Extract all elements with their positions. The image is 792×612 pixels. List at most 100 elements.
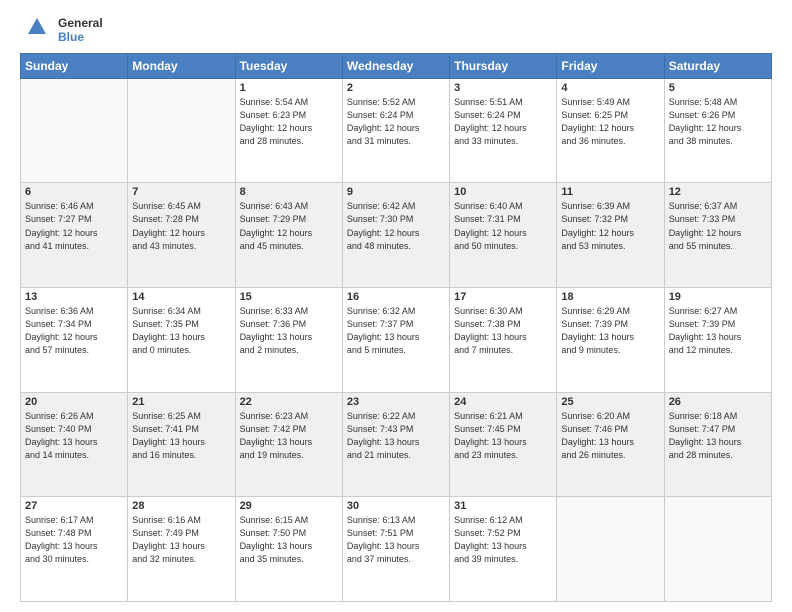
day-number: 13: [25, 291, 123, 303]
calendar-cell: 1 Sunrise: 5:54 AM Sunset: 6:23 PM Daylig…: [235, 78, 342, 183]
calendar-cell: 27Sunrise: 6:17 AM Sunset: 7:48 PM Dayli…: [21, 497, 128, 602]
day-info: Sunrise: 6:12 AM Sunset: 7:52 PM Dayligh…: [454, 514, 552, 566]
calendar-cell: 11 Sunrise: 6:39 AM Sunset: 7:32 PM Dayli…: [557, 183, 664, 288]
day-number: 11: [561, 186, 659, 198]
day-info: Sunrise: 6:20 AM Sunset: 7:46 PM Dayligh…: [561, 410, 659, 462]
calendar-header-monday: Monday: [128, 53, 235, 78]
calendar-header-wednesday: Wednesday: [342, 53, 449, 78]
page: GeneralBlue SundayMondayTuesdayWednesday…: [0, 0, 792, 612]
calendar-header-friday: Friday: [557, 53, 664, 78]
calendar-cell: 23 Sunrise: 6:22 AM Sunset: 7:43 PM Dayli…: [342, 392, 449, 497]
day-number: 22: [240, 396, 338, 408]
day-info: Sunrise: 6:18 AM Sunset: 7:47 PM Dayligh…: [669, 410, 767, 462]
day-number: 4: [561, 82, 659, 94]
calendar-cell: 25 Sunrise: 6:20 AM Sunset: 7:46 PM Dayli…: [557, 392, 664, 497]
day-info: Sunrise: 6:46 AM Sunset: 7:27 PM Dayligh…: [25, 200, 123, 252]
logo: GeneralBlue: [20, 16, 103, 45]
day-number: 14: [132, 291, 230, 303]
calendar-cell: 29 Sunrise: 6:15 AM Sunset: 7:50 PM Dayli…: [235, 497, 342, 602]
day-number: 20: [25, 396, 123, 408]
calendar-cell: 22 Sunrise: 6:23 AM Sunset: 7:42 PM Dayli…: [235, 392, 342, 497]
day-info: Sunrise: 6:22 AM Sunset: 7:43 PM Dayligh…: [347, 410, 445, 462]
day-number: 26: [669, 396, 767, 408]
day-number: 10: [454, 186, 552, 198]
calendar-cell: 31 Sunrise: 6:12 AM Sunset: 7:52 PM Dayli…: [450, 497, 557, 602]
calendar-cell: 26 Sunrise: 6:18 AM Sunset: 7:47 PM Dayli…: [664, 392, 771, 497]
day-number: 2: [347, 82, 445, 94]
calendar-cell: 2 Sunrise: 5:52 AM Sunset: 6:24 PM Daylig…: [342, 78, 449, 183]
calendar-cell: 12Sunrise: 6:37 AM Sunset: 7:33 PM Dayli…: [664, 183, 771, 288]
day-number: 9: [347, 186, 445, 198]
day-info: Sunrise: 6:16 AM Sunset: 7:49 PM Dayligh…: [132, 514, 230, 566]
calendar-cell: 30 Sunrise: 6:13 AM Sunset: 7:51 PM Dayli…: [342, 497, 449, 602]
day-info: Sunrise: 6:23 AM Sunset: 7:42 PM Dayligh…: [240, 410, 338, 462]
calendar-cell: 10 Sunrise: 6:40 AM Sunset: 7:31 PM Dayli…: [450, 183, 557, 288]
calendar-cell: 3 Sunrise: 5:51 AM Sunset: 6:24 PM Daylig…: [450, 78, 557, 183]
day-number: 30: [347, 500, 445, 512]
calendar-header-thursday: Thursday: [450, 53, 557, 78]
day-info: Sunrise: 6:37 AM Sunset: 7:33 PM Dayligh…: [669, 200, 767, 252]
day-number: 25: [561, 396, 659, 408]
calendar-cell: 21 Sunrise: 6:25 AM Sunset: 7:41 PM Dayli…: [128, 392, 235, 497]
day-info: Sunrise: 6:32 AM Sunset: 7:37 PM Dayligh…: [347, 305, 445, 357]
day-number: 15: [240, 291, 338, 303]
day-info: Sunrise: 6:26 AM Sunset: 7:40 PM Dayligh…: [25, 410, 123, 462]
day-info: Sunrise: 6:39 AM Sunset: 7:32 PM Dayligh…: [561, 200, 659, 252]
day-number: 23: [347, 396, 445, 408]
day-number: 16: [347, 291, 445, 303]
day-info: Sunrise: 5:48 AM Sunset: 6:26 PM Dayligh…: [669, 96, 767, 148]
day-number: 18: [561, 291, 659, 303]
day-info: Sunrise: 5:51 AM Sunset: 6:24 PM Dayligh…: [454, 96, 552, 148]
day-info: Sunrise: 6:34 AM Sunset: 7:35 PM Dayligh…: [132, 305, 230, 357]
day-info: Sunrise: 6:40 AM Sunset: 7:31 PM Dayligh…: [454, 200, 552, 252]
day-info: Sunrise: 5:54 AM Sunset: 6:23 PM Dayligh…: [240, 96, 338, 148]
day-number: 21: [132, 396, 230, 408]
calendar-week-row: 6 Sunrise: 6:46 AM Sunset: 7:27 PM Daylig…: [21, 183, 772, 288]
day-info: Sunrise: 6:42 AM Sunset: 7:30 PM Dayligh…: [347, 200, 445, 252]
calendar-week-row: 13 Sunrise: 6:36 AM Sunset: 7:34 PM Dayli…: [21, 288, 772, 393]
day-number: 31: [454, 500, 552, 512]
calendar-header-saturday: Saturday: [664, 53, 771, 78]
day-info: Sunrise: 5:52 AM Sunset: 6:24 PM Dayligh…: [347, 96, 445, 148]
calendar-cell: 14 Sunrise: 6:34 AM Sunset: 7:35 PM Dayli…: [128, 288, 235, 393]
day-number: 5: [669, 82, 767, 94]
day-number: 17: [454, 291, 552, 303]
day-number: 6: [25, 186, 123, 198]
day-info: Sunrise: 6:15 AM Sunset: 7:50 PM Dayligh…: [240, 514, 338, 566]
day-number: 1: [240, 82, 338, 94]
calendar-cell: 4 Sunrise: 5:49 AM Sunset: 6:25 PM Daylig…: [557, 78, 664, 183]
day-info: Sunrise: 5:49 AM Sunset: 6:25 PM Dayligh…: [561, 96, 659, 148]
day-number: 27: [25, 500, 123, 512]
calendar-cell: 13 Sunrise: 6:36 AM Sunset: 7:34 PM Dayli…: [21, 288, 128, 393]
calendar-cell: 7Sunrise: 6:45 AM Sunset: 7:28 PM Daylig…: [128, 183, 235, 288]
day-info: Sunrise: 6:13 AM Sunset: 7:51 PM Dayligh…: [347, 514, 445, 566]
calendar-cell: 24Sunrise: 6:21 AM Sunset: 7:45 PM Dayli…: [450, 392, 557, 497]
calendar-header-row: SundayMondayTuesdayWednesdayThursdayFrid…: [21, 53, 772, 78]
calendar-header-tuesday: Tuesday: [235, 53, 342, 78]
calendar-week-row: 20 Sunrise: 6:26 AM Sunset: 7:40 PM Dayli…: [21, 392, 772, 497]
logo-blue-text: Blue: [58, 30, 103, 44]
calendar-cell: 5 Sunrise: 5:48 AM Sunset: 6:26 PM Daylig…: [664, 78, 771, 183]
day-info: Sunrise: 6:21 AM Sunset: 7:45 PM Dayligh…: [454, 410, 552, 462]
day-number: 19: [669, 291, 767, 303]
day-number: 29: [240, 500, 338, 512]
day-number: 3: [454, 82, 552, 94]
header: GeneralBlue: [20, 16, 772, 45]
calendar-cell: [21, 78, 128, 183]
logo-svg: [20, 16, 54, 44]
logo-general-text: General: [58, 16, 103, 30]
calendar-header-sunday: Sunday: [21, 53, 128, 78]
calendar-cell: 17Sunrise: 6:30 AM Sunset: 7:38 PM Dayli…: [450, 288, 557, 393]
calendar-cell: [557, 497, 664, 602]
calendar-week-row: 1 Sunrise: 5:54 AM Sunset: 6:23 PM Daylig…: [21, 78, 772, 183]
day-info: Sunrise: 6:25 AM Sunset: 7:41 PM Dayligh…: [132, 410, 230, 462]
calendar-cell: [664, 497, 771, 602]
day-info: Sunrise: 6:45 AM Sunset: 7:28 PM Dayligh…: [132, 200, 230, 252]
calendar-cell: 15Sunrise: 6:33 AM Sunset: 7:36 PM Dayli…: [235, 288, 342, 393]
day-info: Sunrise: 6:43 AM Sunset: 7:29 PM Dayligh…: [240, 200, 338, 252]
calendar-cell: 8Sunrise: 6:43 AM Sunset: 7:29 PM Daylig…: [235, 183, 342, 288]
day-info: Sunrise: 6:36 AM Sunset: 7:34 PM Dayligh…: [25, 305, 123, 357]
calendar-cell: 9 Sunrise: 6:42 AM Sunset: 7:30 PM Daylig…: [342, 183, 449, 288]
calendar-cell: 18Sunrise: 6:29 AM Sunset: 7:39 PM Dayli…: [557, 288, 664, 393]
calendar-week-row: 27Sunrise: 6:17 AM Sunset: 7:48 PM Dayli…: [21, 497, 772, 602]
